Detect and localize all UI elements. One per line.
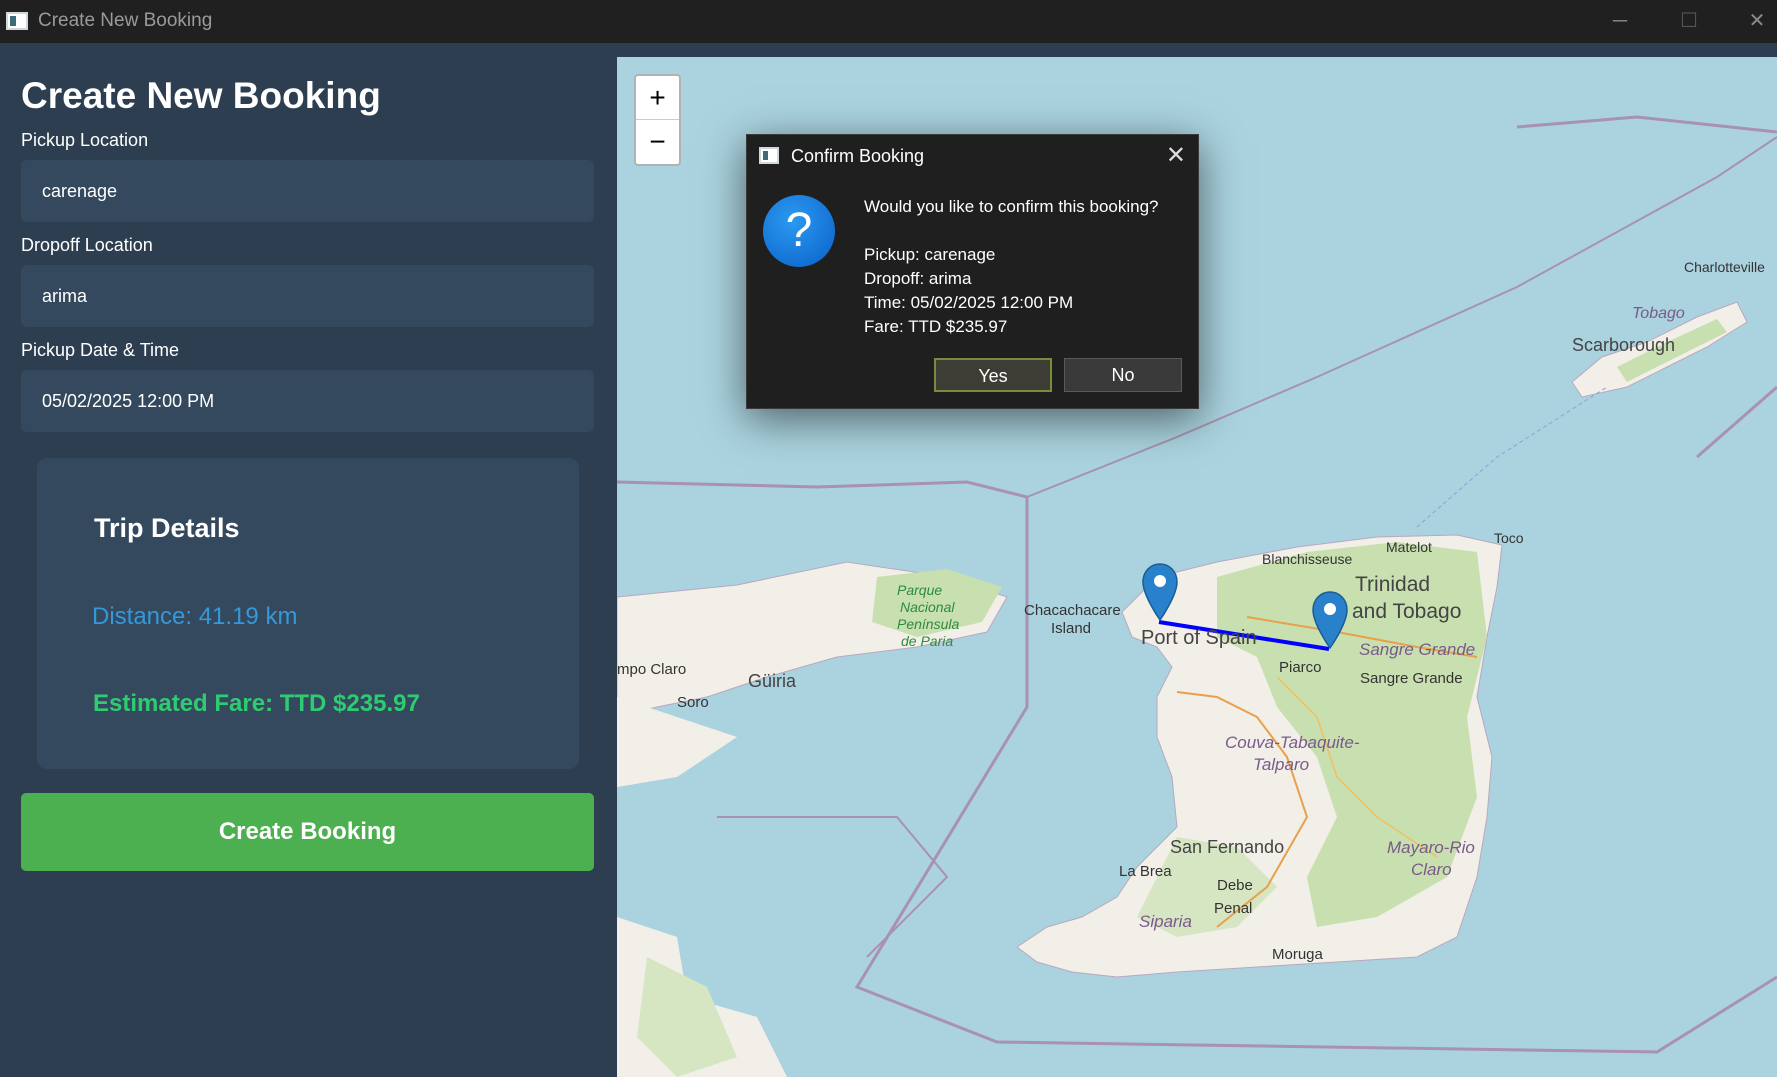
map-label-matelot: Matelot bbox=[1386, 539, 1432, 555]
map-label-park-1: Parque bbox=[897, 582, 943, 598]
trip-details-title: Trip Details bbox=[94, 513, 240, 543]
map-label-charlotteville: Charlotteville bbox=[1684, 259, 1765, 275]
map-label-debe: Debe bbox=[1217, 877, 1253, 894]
map-label-moruga: Moruga bbox=[1272, 946, 1323, 963]
dialog-time: Time: 05/02/2025 12:00 PM bbox=[864, 293, 1074, 312]
pickup-input[interactable]: carenage bbox=[21, 160, 594, 222]
dialog-pickup: Pickup: carenage bbox=[864, 245, 996, 264]
dialog-question: Would you like to confirm this booking? bbox=[864, 197, 1159, 216]
question-icon: ? bbox=[763, 195, 835, 267]
map-label-park-2: Nacional bbox=[900, 599, 955, 615]
distance-text: Distance: 41.19 km bbox=[92, 603, 298, 630]
map-label-toco: Toco bbox=[1494, 530, 1524, 546]
maximize-button[interactable]: ☐ bbox=[1669, 6, 1709, 36]
datetime-label: Pickup Date & Time bbox=[21, 340, 180, 360]
map-label-park-3: Península bbox=[897, 616, 960, 632]
dropoff-input[interactable]: arima bbox=[21, 265, 594, 327]
window-title: Create New Booking bbox=[38, 10, 213, 31]
dialog-close-icon[interactable]: ✕ bbox=[1166, 141, 1186, 170]
create-booking-button[interactable]: Create Booking bbox=[21, 793, 594, 871]
map-label-couva-2: Talparo bbox=[1253, 755, 1310, 774]
trip-details-card: Trip Details Distance: 41.19 km Estimate… bbox=[37, 458, 579, 769]
map-label-trinidad: Trinidad bbox=[1355, 573, 1431, 596]
map-label-sangre-grande-town: Sangre Grande bbox=[1360, 670, 1463, 687]
confirm-booking-dialog: Confirm Booking ✕ ? Would you like to co… bbox=[746, 134, 1199, 409]
zoom-out-button[interactable]: − bbox=[636, 120, 679, 164]
close-window-button[interactable]: ✕ bbox=[1737, 6, 1777, 36]
dialog-fare: Fare: TTD $235.97 bbox=[864, 317, 1008, 336]
map-label-port-of-spain: Port of Spain bbox=[1141, 627, 1257, 649]
map-label-sangre-grande-region: Sangre Grande bbox=[1359, 640, 1476, 659]
map-label-mayaro-2: Claro bbox=[1411, 860, 1452, 879]
map-label-mayaro-1: Mayaro-Rio bbox=[1387, 838, 1475, 857]
map-label-couva-1: Couva-Tabaquite- bbox=[1225, 733, 1360, 752]
datetime-input[interactable]: 05/02/2025 12:00 PM bbox=[21, 370, 594, 432]
map-label-campo-claro: mpo Claro bbox=[617, 661, 687, 678]
dialog-app-icon bbox=[759, 147, 779, 164]
pickup-marker-icon[interactable] bbox=[1141, 562, 1179, 622]
map-label-and-tobago: and Tobago bbox=[1352, 600, 1462, 623]
window-titlebar: Create New Booking ─ ☐ ✕ bbox=[0, 0, 1777, 43]
map-label-penal: Penal bbox=[1214, 900, 1253, 917]
zoom-in-button[interactable]: + bbox=[636, 76, 679, 120]
map-label-tobago: Tobago bbox=[1632, 305, 1685, 322]
pickup-label: Pickup Location bbox=[21, 130, 149, 150]
yes-button[interactable]: Yes bbox=[934, 358, 1052, 392]
minimize-button[interactable]: ─ bbox=[1600, 6, 1640, 36]
map-label-san-fernando: San Fernando bbox=[1170, 837, 1285, 857]
map-label-park-4: de Paria bbox=[901, 633, 954, 649]
no-button[interactable]: No bbox=[1064, 358, 1182, 392]
map-label-island: Island bbox=[1051, 620, 1092, 637]
booking-form-panel: Create New Booking Pickup Location caren… bbox=[0, 43, 617, 1077]
estimated-fare-text: Estimated Fare: TTD $235.97 bbox=[93, 690, 420, 717]
map-label-siparia: Siparia bbox=[1139, 912, 1192, 931]
map-label-piarco: Piarco bbox=[1279, 659, 1322, 676]
map-label-chacachacare: Chacachacare bbox=[1024, 602, 1121, 619]
dropoff-marker-icon[interactable] bbox=[1311, 590, 1349, 650]
map-label-scarborough: Scarborough bbox=[1572, 335, 1676, 355]
map-label-guiria: Güiria bbox=[748, 671, 797, 691]
dialog-dropoff: Dropoff: arima bbox=[864, 269, 972, 288]
app-icon bbox=[6, 12, 28, 30]
dropoff-label: Dropoff Location bbox=[21, 235, 153, 255]
dialog-title: Confirm Booking bbox=[791, 146, 925, 166]
map-label-soro: Soro bbox=[677, 694, 709, 711]
page-title: Create New Booking bbox=[21, 75, 381, 116]
zoom-control: + − bbox=[634, 74, 681, 166]
map-label-la-brea: La Brea bbox=[1119, 863, 1172, 880]
map-label-blanchisseuse: Blanchisseuse bbox=[1262, 551, 1353, 567]
